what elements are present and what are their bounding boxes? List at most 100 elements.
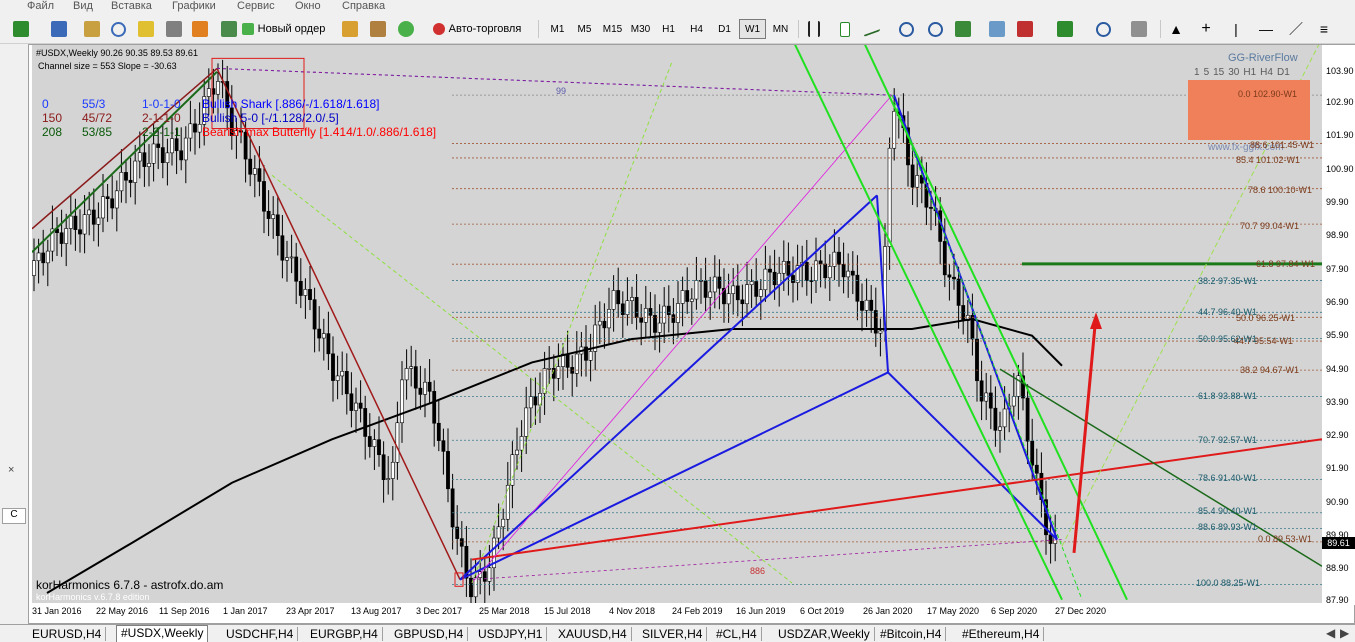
navigator-button[interactable] — [108, 18, 128, 40]
candle-body — [892, 111, 897, 149]
tab-cl-h4[interactable]: #CL,H4 — [712, 627, 762, 641]
navigator-panel[interactable]: × C — [0, 44, 28, 624]
zoom-in-button[interactable] — [895, 18, 917, 40]
candle-body — [87, 209, 92, 215]
tile-windows-button[interactable] — [952, 18, 974, 40]
candle-body — [271, 214, 276, 219]
tf-m30[interactable]: M30 — [627, 19, 654, 39]
candle-body — [818, 260, 823, 265]
crosshair-button[interactable]: + — [1196, 18, 1216, 40]
candle-body — [850, 270, 855, 276]
price-axis[interactable] — [1322, 45, 1355, 605]
auto-scroll-button[interactable] — [987, 18, 1007, 40]
tf-m5[interactable]: M5 — [571, 19, 598, 39]
candle-body — [133, 160, 138, 183]
x-tick-label: 1 Jan 2017 — [223, 606, 268, 616]
candle-body — [381, 454, 386, 481]
candle-body — [528, 396, 533, 409]
tf-m15[interactable]: M15 — [599, 19, 626, 39]
panel-close-icon[interactable]: × — [8, 464, 14, 476]
candle-body — [91, 209, 96, 225]
indicators-button[interactable] — [1048, 18, 1082, 40]
candle-body — [519, 436, 524, 451]
menu-file[interactable]: Файл — [27, 0, 54, 12]
y-tick-label: 95.90 — [1326, 330, 1349, 340]
candle-body — [73, 215, 78, 230]
tile-windows-icon — [955, 21, 971, 37]
tf-h4[interactable]: H4 — [683, 19, 710, 39]
tools-button[interactable] — [368, 18, 388, 40]
candle-body — [487, 567, 492, 582]
signals-button[interactable] — [396, 18, 416, 40]
metaeditor-button[interactable] — [340, 18, 360, 40]
autotrading-button[interactable]: Авто-торговля — [422, 18, 532, 40]
riverflow-tf: H4 — [1260, 67, 1273, 78]
menu-charts[interactable]: Графики — [172, 0, 216, 12]
tf-mn[interactable]: MN — [767, 19, 794, 39]
trendline-button[interactable]: ／ — [1286, 18, 1306, 40]
candle-body — [363, 408, 368, 437]
candle-body — [248, 158, 253, 175]
bar-chart-button[interactable] — [804, 18, 824, 40]
tf-m1[interactable]: M1 — [544, 19, 571, 39]
moving-average-line — [46, 317, 1063, 594]
tabs-scroll-left-icon[interactable]: ◀ — [1326, 626, 1335, 640]
candle-body — [524, 407, 529, 437]
menu-tools[interactable]: Сервис — [237, 0, 275, 12]
x-tick-label: 11 Sep 2016 — [159, 606, 210, 616]
fib-label: 38.2 97.35-W1 — [1198, 276, 1258, 286]
fib-label: 78.6 91.40-W1 — [1198, 473, 1258, 483]
horizontal-line-button[interactable]: — — [1256, 18, 1276, 40]
tab-usdzar-weekly[interactable]: USDZAR,Weekly — [774, 627, 875, 641]
chart-shift-button[interactable] — [1015, 18, 1035, 40]
candle-body — [1025, 397, 1030, 442]
market-watch-button[interactable] — [82, 18, 102, 40]
riverflow-tf: 1 — [1194, 67, 1200, 78]
candle-body — [758, 289, 763, 297]
candle-body — [386, 478, 391, 481]
tab-bitcoin-h4[interactable]: #Bitcoin,H4 — [876, 627, 947, 641]
tf-w1[interactable]: W1 — [739, 19, 766, 39]
candlestick-button[interactable] — [834, 18, 856, 40]
candle-body — [197, 124, 202, 133]
tab-ethereum-h4[interactable]: #Ethereum,H4 — [958, 627, 1045, 641]
tab-eurusd-h4[interactable]: EURUSD,H4 — [28, 627, 107, 641]
new-chart-button[interactable] — [6, 18, 36, 40]
menu-help[interactable]: Справка — [342, 0, 385, 12]
menu-insert[interactable]: Вставка — [111, 0, 152, 12]
tab-gbpusd-h4[interactable]: GBPUSD,H4 — [390, 627, 469, 641]
candle-body — [961, 305, 966, 321]
candle-body — [597, 320, 602, 326]
tab-usdjpy-h1[interactable]: USDJPY,H1 — [474, 627, 548, 641]
favorites-button[interactable] — [136, 18, 156, 40]
terminal-button[interactable] — [164, 18, 184, 40]
tab-xauusd-h4[interactable]: XAUUSD,H4 — [554, 627, 632, 641]
new-order-button[interactable]: Новый ордер — [236, 18, 331, 40]
cursor-button[interactable]: ▲ — [1166, 18, 1186, 40]
riverflow-panel: GG-RiverFlow 1 5 15 30 H1 H4 D1 www.fx-g… — [1188, 52, 1312, 153]
line-chart-button[interactable] — [862, 18, 882, 40]
tab-usdchf-h4[interactable]: USDCHF,H4 — [222, 627, 299, 641]
tester-button[interactable] — [190, 18, 210, 40]
tab-usdx-weekly[interactable]: #USDX,Weekly — [116, 625, 209, 642]
tabs-scroll-right-icon[interactable]: ▶ — [1340, 626, 1349, 640]
panel-c-icon[interactable]: C — [2, 508, 26, 524]
zoom-out-button[interactable] — [924, 18, 946, 40]
tools-icon — [370, 21, 386, 37]
projection-line — [271, 174, 793, 584]
menu-view[interactable]: Вид — [73, 0, 93, 12]
candle-body — [427, 381, 432, 392]
tf-d1[interactable]: D1 — [711, 19, 738, 39]
profiles-button[interactable] — [44, 18, 74, 40]
candle-body — [252, 168, 257, 175]
channel-button[interactable]: ≡ — [1314, 18, 1334, 40]
tab-eurgbp-h4[interactable]: EURGBP,H4 — [306, 627, 383, 641]
periods-button[interactable] — [1086, 18, 1120, 40]
tab-silver-h4[interactable]: SILVER,H4 — [638, 627, 708, 641]
menu-window[interactable]: Окно — [295, 0, 321, 12]
tf-h1[interactable]: H1 — [655, 19, 682, 39]
candle-body — [657, 322, 662, 333]
vertical-line-button[interactable]: | — [1226, 18, 1246, 40]
templates-button[interactable] — [1124, 18, 1154, 40]
candle-body — [846, 270, 851, 278]
